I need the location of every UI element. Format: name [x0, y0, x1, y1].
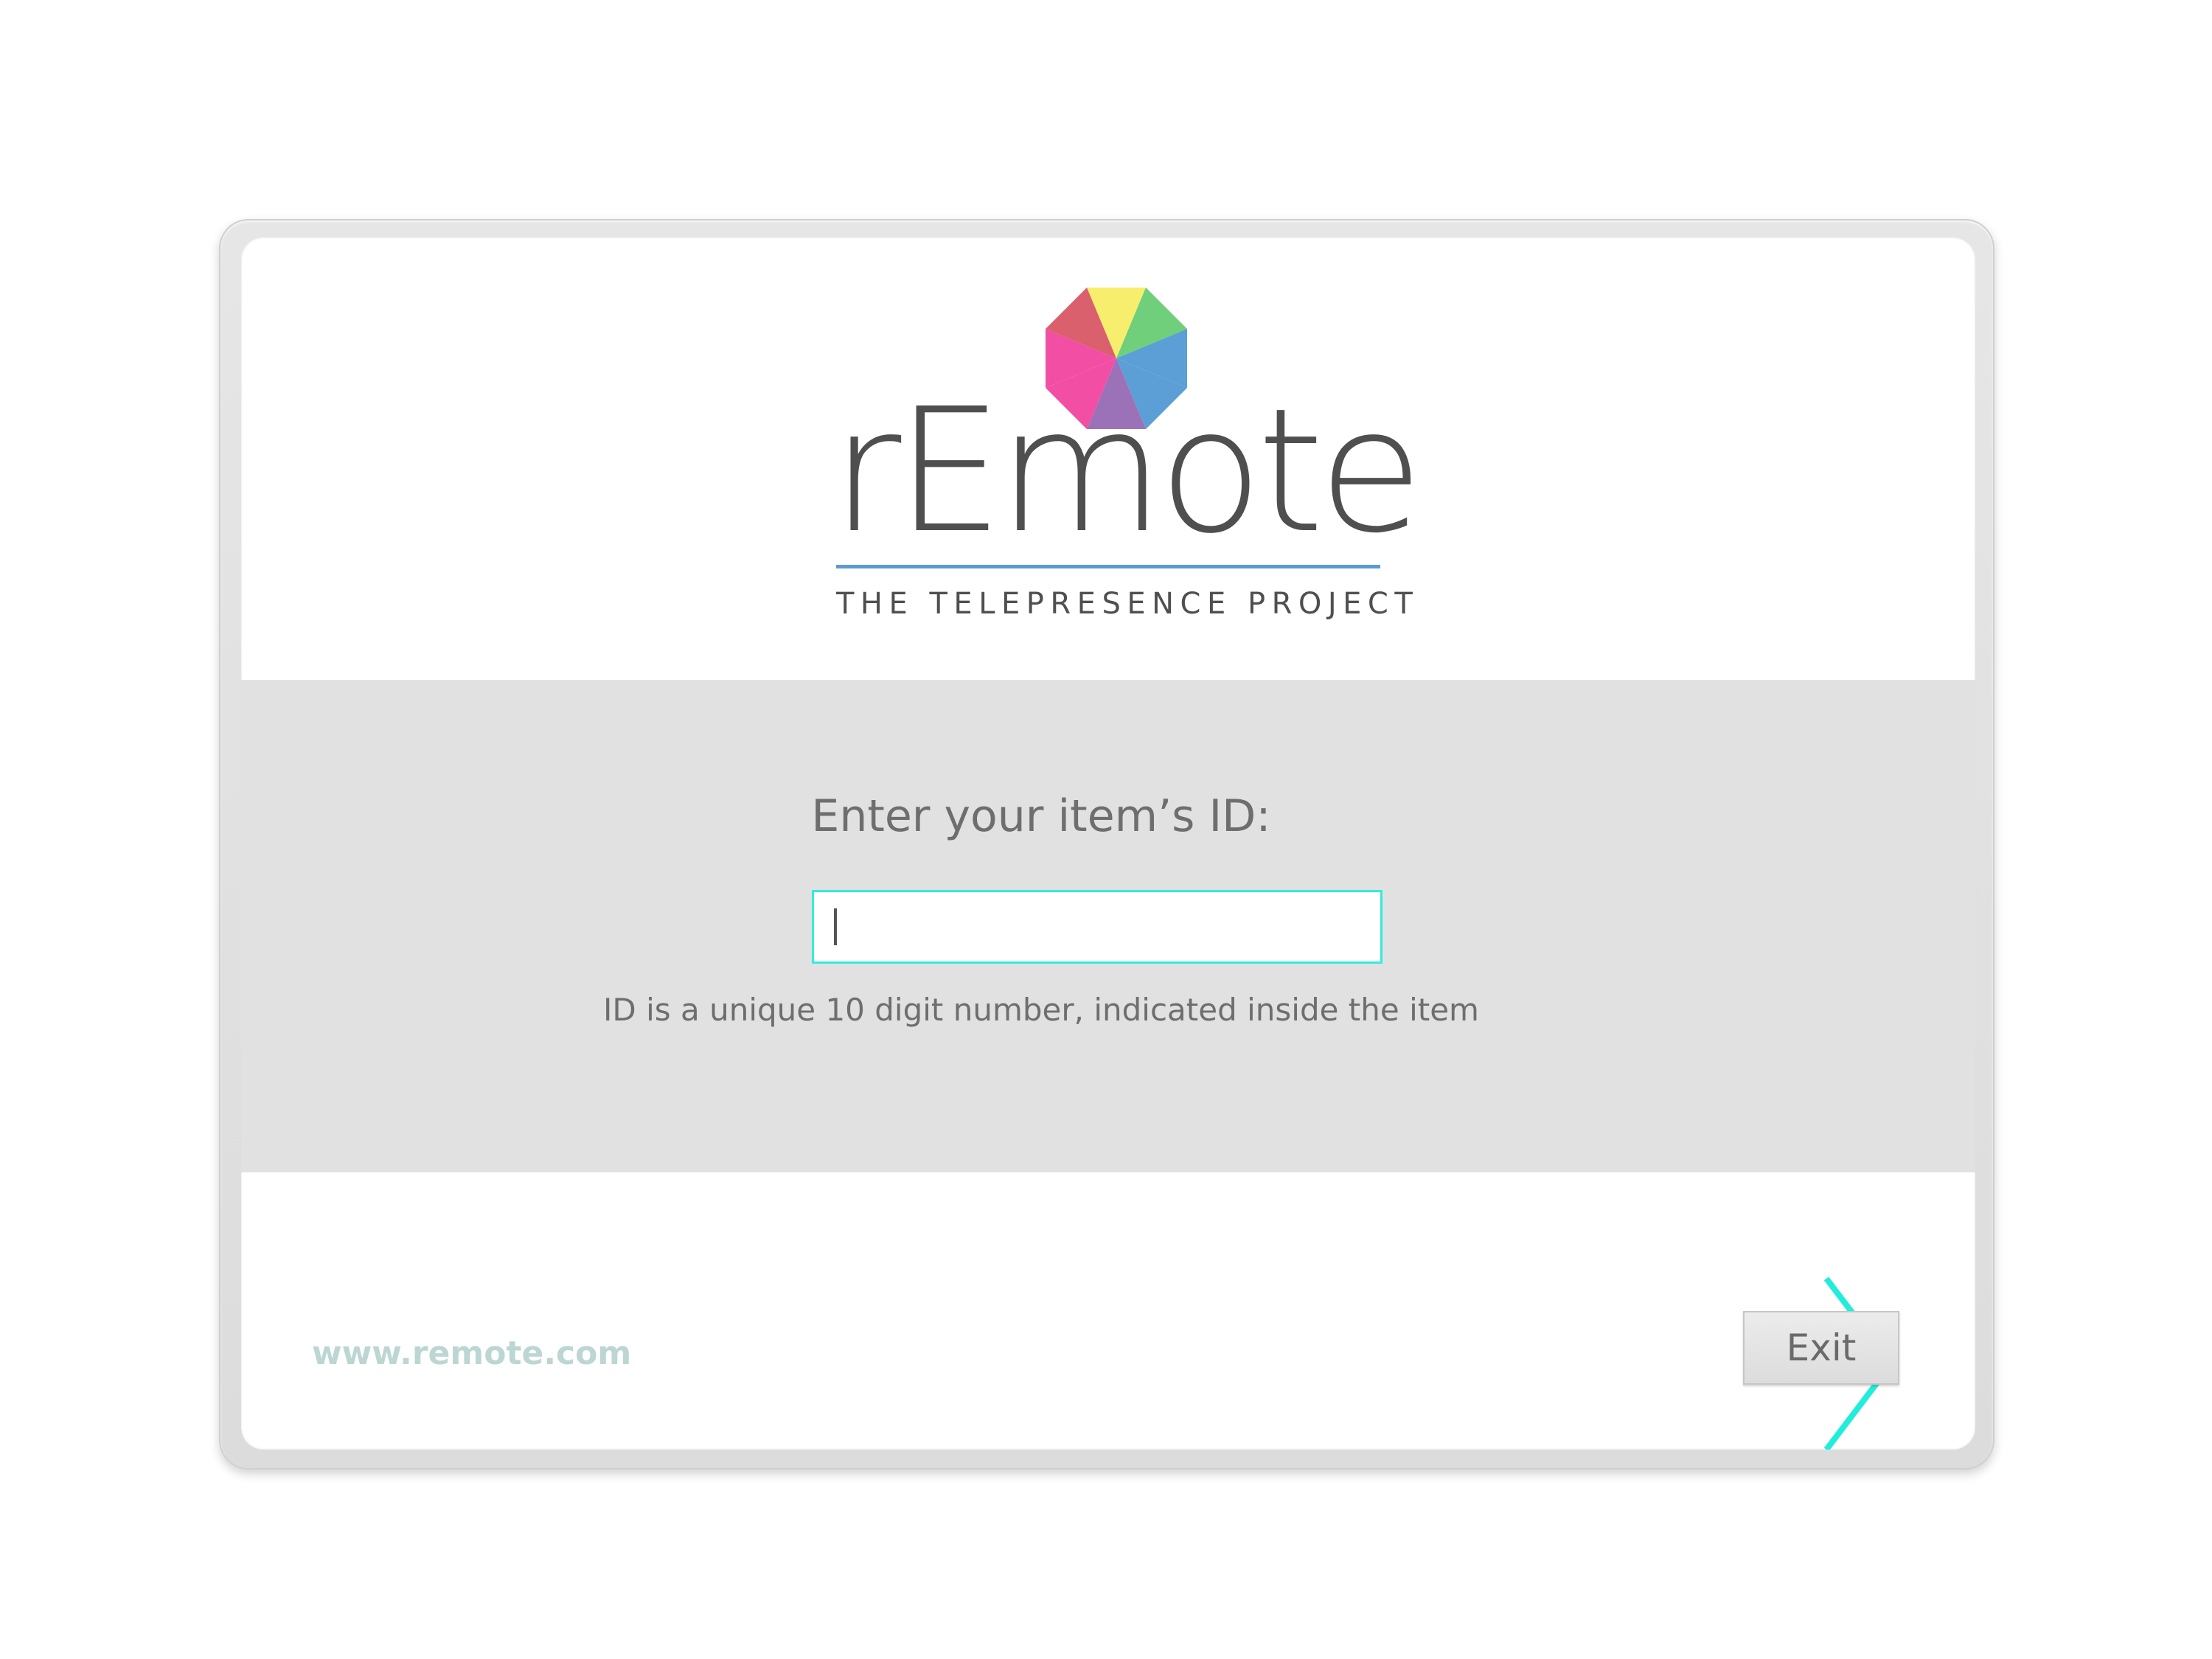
brand-tagline: THE TELEPRESENCE PROJECT	[836, 587, 1419, 621]
app-window: rEmote THE TELEPRESENCE PROJECT Enter yo…	[241, 237, 1975, 1450]
website-link[interactable]: www.remote.com	[312, 1330, 651, 1377]
id-prompt: Enter your item’s ID:	[811, 790, 1271, 842]
item-id-input[interactable]	[812, 890, 1382, 964]
next-button[interactable]	[1804, 1063, 1915, 1450]
text-caret	[834, 908, 837, 945]
brand-wordmark: rEmote	[831, 372, 1424, 571]
logo-underline	[836, 565, 1380, 568]
id-entry-panel: Enter your item’s ID: ID is a unique 10 …	[241, 680, 1975, 1450]
id-hint: ID is a unique 10 digit number, indicate…	[603, 992, 1479, 1028]
exit-button[interactable]: Exit	[1743, 1311, 1899, 1385]
